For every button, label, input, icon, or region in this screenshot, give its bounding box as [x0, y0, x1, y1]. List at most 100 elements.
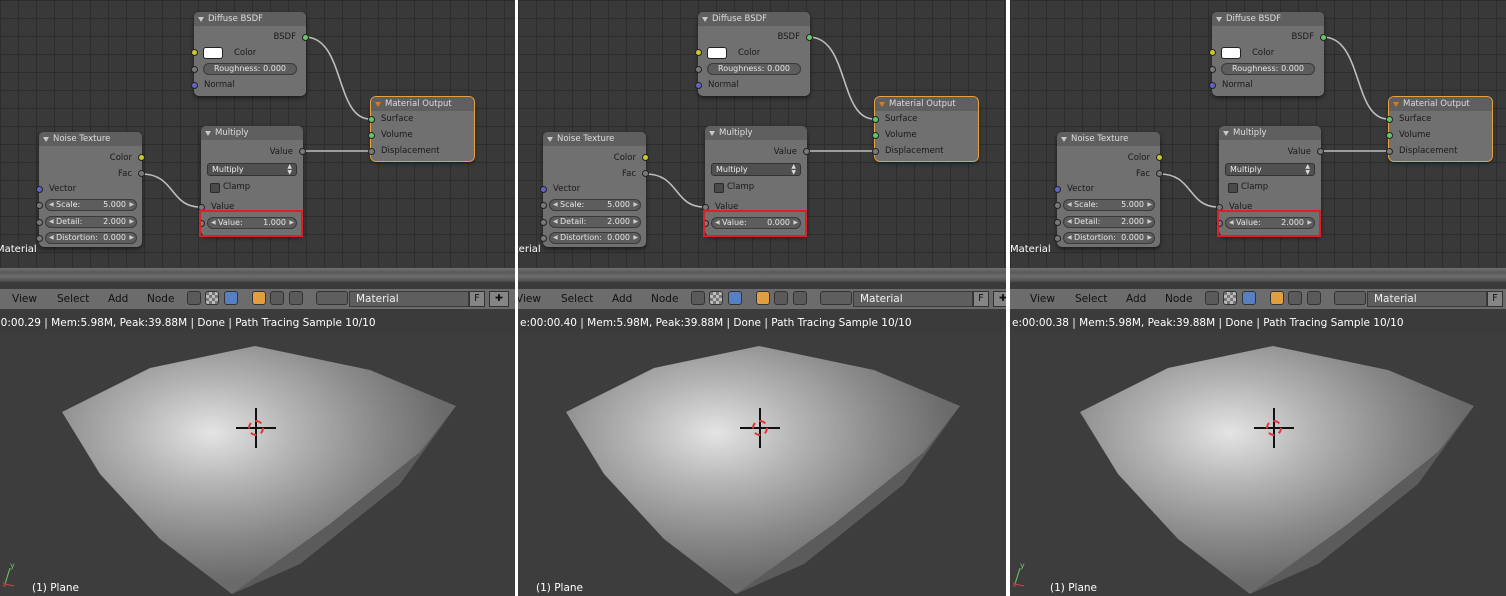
menu-add[interactable]: Add [108, 293, 128, 305]
detail-field[interactable]: ◀ Detail: 2.000 ▶ [45, 216, 137, 228]
decrement-icon[interactable]: ◀ [1067, 233, 1072, 243]
detail-field[interactable]: ◀ Detail: 2.000 ▶ [549, 216, 641, 228]
collapse-icon[interactable] [1216, 17, 1222, 22]
shading-icon[interactable] [224, 291, 238, 305]
detail-field[interactable]: ◀ Detail: 2.000 ▶ [1063, 216, 1155, 228]
cube-icon[interactable] [252, 291, 266, 305]
noise-texture-node[interactable]: Noise Texture Color Fac Vector ◀ Scale: … [1054, 132, 1163, 247]
noise-texture-node[interactable]: Noise Texture Color Fac Vector ◀ Scale: … [540, 132, 649, 247]
diffuse-node-header[interactable]: Diffuse BSDF [1212, 12, 1324, 26]
material-output-node[interactable]: Material Output Surface Volume Displacem… [368, 96, 475, 162]
collapse-icon[interactable] [375, 102, 381, 107]
decrement-icon[interactable]: ◀ [1067, 200, 1072, 210]
area-divider[interactable] [0, 268, 515, 282]
roughness-field[interactable]: Roughness: 0.000 [203, 63, 297, 75]
area-divider[interactable] [518, 268, 1006, 282]
fac-output-socket[interactable] [642, 170, 649, 177]
multiply-node[interactable]: Multiply Value Multiply ▲ ▼ Clamp Value ◀… [1216, 126, 1324, 237]
distortion-input-socket[interactable] [540, 235, 547, 242]
menu-select[interactable]: Select [1075, 293, 1107, 305]
multiply-node-header[interactable]: Multiply [705, 126, 807, 140]
scale-field[interactable]: ◀ Scale: 5.000 ▶ [45, 199, 137, 211]
material-name-field[interactable]: Material [853, 291, 973, 307]
menu-select[interactable]: Select [561, 293, 593, 305]
diffuse-node-header[interactable]: Diffuse BSDF [698, 12, 810, 26]
detail-input-socket[interactable] [36, 219, 43, 226]
roughness-field[interactable]: Roughness: 0.000 [1221, 63, 1315, 75]
increment-icon[interactable]: ▶ [1147, 233, 1152, 243]
collapse-icon[interactable] [1223, 131, 1229, 136]
roughness-field[interactable]: Roughness: 0.000 [707, 63, 801, 75]
distortion-input-socket[interactable] [1054, 235, 1061, 242]
checker-icon[interactable] [709, 291, 723, 305]
scale-field[interactable]: ◀ Scale: 5.000 ▶ [1063, 199, 1155, 211]
color-output-socket[interactable] [138, 154, 145, 161]
color-output-socket[interactable] [1156, 154, 1163, 161]
decrement-icon[interactable]: ◀ [49, 217, 54, 227]
fake-user-icon[interactable]: F [469, 291, 485, 307]
brush-icon[interactable] [1307, 291, 1321, 305]
menu-view[interactable]: View [518, 293, 541, 305]
diffuse-bsdf-node[interactable]: Diffuse BSDF BSDF Color Roughness: 0.000… [695, 12, 813, 96]
decrement-icon[interactable]: ◀ [49, 233, 54, 243]
noise-node-header[interactable]: Noise Texture [543, 132, 646, 146]
shading-icon[interactable] [728, 291, 742, 305]
material-name-field[interactable]: Material [349, 291, 469, 307]
3d-cursor-icon[interactable] [740, 408, 780, 448]
bsdf-output-socket[interactable] [1320, 34, 1327, 41]
area-divider[interactable] [1010, 268, 1506, 282]
3d-viewport[interactable]: y x (1) Plane [1010, 334, 1506, 596]
detail-input-socket[interactable] [540, 219, 547, 226]
roughness-input-socket[interactable] [191, 66, 198, 73]
collapse-icon[interactable] [709, 131, 715, 136]
distortion-field[interactable]: ◀ Distortion: 0.000 ▶ [45, 232, 137, 244]
node-editor[interactable]: Diffuse BSDF BSDF Color Roughness: 0.000… [518, 0, 1006, 268]
sphere-icon[interactable] [774, 291, 788, 305]
scale-input-socket[interactable] [36, 202, 43, 209]
increment-icon[interactable]: ▶ [1147, 217, 1152, 227]
collapse-icon[interactable] [1061, 137, 1067, 142]
collapse-icon[interactable] [43, 137, 49, 142]
value-output-socket[interactable] [299, 148, 306, 155]
increment-icon[interactable]: ▶ [129, 217, 134, 227]
zoom-icon[interactable] [187, 291, 201, 305]
menu-node[interactable]: Node [1165, 293, 1192, 305]
output-node-header[interactable]: Material Output [371, 97, 474, 111]
node-editor[interactable]: Diffuse BSDF BSDF Color Roughness: 0.000… [1010, 0, 1506, 268]
multiply-node-header[interactable]: Multiply [1219, 126, 1321, 140]
value-output-socket[interactable] [803, 148, 810, 155]
multiply-node-header[interactable]: Multiply [201, 126, 303, 140]
sphere-icon[interactable] [1288, 291, 1302, 305]
increment-icon[interactable]: ▶ [129, 233, 134, 243]
cube-icon[interactable] [756, 291, 770, 305]
material-sphere-icon[interactable] [316, 291, 348, 305]
material-output-node[interactable]: Material Output Surface Volume Displacem… [1386, 96, 1493, 162]
menu-node[interactable]: Node [651, 293, 678, 305]
distortion-input-socket[interactable] [36, 235, 43, 242]
decrement-icon[interactable]: ◀ [49, 200, 54, 210]
plus-icon[interactable]: ✚ [489, 291, 509, 307]
scale-input-socket[interactable] [540, 202, 547, 209]
zoom-icon[interactable] [1205, 291, 1219, 305]
collapse-icon[interactable] [879, 102, 885, 107]
brush-icon[interactable] [289, 291, 303, 305]
menu-view[interactable]: View [1030, 293, 1055, 305]
scale-field[interactable]: ◀ Scale: 5.000 ▶ [549, 199, 641, 211]
value-output-socket[interactable] [1317, 148, 1324, 155]
distortion-field[interactable]: ◀ Distortion: 0.000 ▶ [1063, 232, 1155, 244]
roughness-input-socket[interactable] [1209, 66, 1216, 73]
collapse-icon[interactable] [205, 131, 211, 136]
decrement-icon[interactable]: ◀ [553, 233, 558, 243]
noise-node-header[interactable]: Noise Texture [39, 132, 142, 146]
brush-icon[interactable] [793, 291, 807, 305]
operation-select[interactable]: Multiply ▲ ▼ [711, 163, 801, 176]
checker-icon[interactable] [205, 291, 219, 305]
operation-select[interactable]: Multiply ▲ ▼ [1225, 163, 1315, 176]
sphere-icon[interactable] [270, 291, 284, 305]
menu-node[interactable]: Node [147, 293, 174, 305]
node-editor[interactable]: Diffuse BSDF BSDF Color Roughness: 0.000… [0, 0, 515, 268]
material-output-node[interactable]: Material Output Surface Volume Displacem… [872, 96, 979, 162]
plus-icon[interactable]: ✚ [993, 291, 1006, 307]
collapse-icon[interactable] [702, 17, 708, 22]
shading-icon[interactable] [1242, 291, 1256, 305]
